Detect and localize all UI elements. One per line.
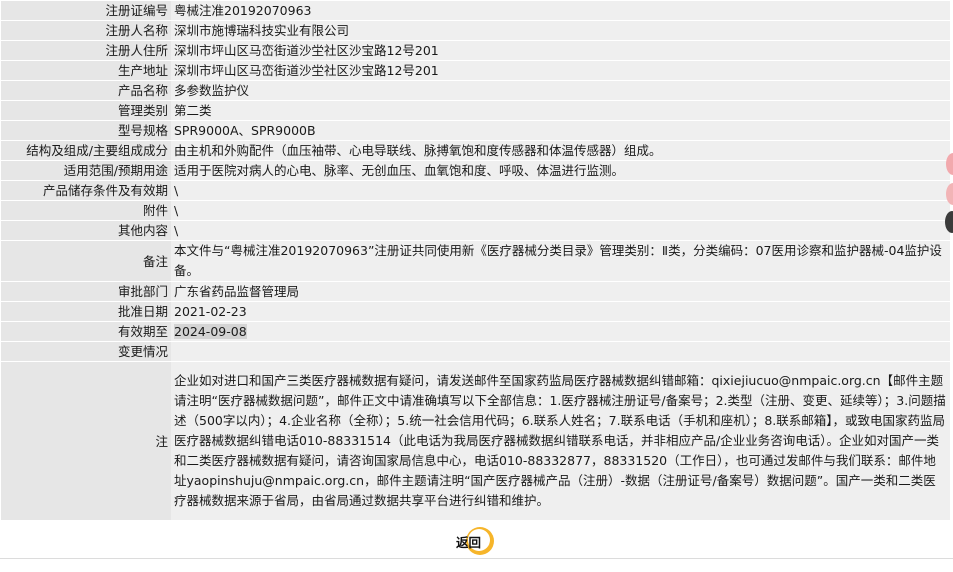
row-approval-date: 批准日期 2021-02-23 [1, 302, 950, 321]
label-product-name: 产品名称 [1, 81, 171, 100]
value-registrant-address: 深圳市坪山区马峦街道沙坣社区沙宝路12号201 [171, 41, 950, 60]
registration-detail-table: 注册证编号 粤械注准20192070963 注册人名称 深圳市施博瑞科技实业有限… [1, 0, 950, 521]
label-structure-composition: 结构及组成/主要组成成分 [1, 141, 171, 160]
row-change-history: 变更情况 [1, 342, 950, 361]
row-other-content: 其他内容 \ [1, 221, 950, 240]
row-note: 注 企业如对进口和国产三类医疗器械数据有疑问，请发送邮件至国家药监局医疗器械数据… [1, 362, 950, 520]
label-storage-conditions: 产品储存条件及有效期 [1, 181, 171, 200]
label-intended-use: 适用范围/预期用途 [1, 161, 171, 180]
value-product-name: 多参数监护仪 [171, 81, 950, 100]
label-valid-until: 有效期至 [1, 322, 171, 341]
label-registration-number: 注册证编号 [1, 1, 171, 20]
row-remarks: 备注 本文件与“粤械注准20192070963”注册证共同使用新《医疗器械分类目… [1, 241, 950, 281]
label-registrant-name: 注册人名称 [1, 21, 171, 40]
value-management-category: 第二类 [171, 101, 950, 120]
row-storage-conditions: 产品储存条件及有效期 \ [1, 181, 950, 200]
row-registration-number: 注册证编号 粤械注准20192070963 [1, 1, 950, 20]
label-change-history: 变更情况 [1, 342, 171, 361]
value-model-spec: SPR9000A、SPR9000B [171, 121, 950, 140]
label-attachments: 附件 [1, 201, 171, 220]
value-intended-use: 适用于医院对病人的心电、脉率、无创血压、血氧饱和度、呼吸、体温进行监测。 [171, 161, 950, 180]
label-model-spec: 型号规格 [1, 121, 171, 140]
label-management-category: 管理类别 [1, 101, 171, 120]
label-production-address: 生产地址 [1, 61, 171, 80]
row-management-category: 管理类别 第二类 [1, 101, 950, 120]
label-registrant-address: 注册人住所 [1, 41, 171, 60]
value-registrant-name: 深圳市施博瑞科技实业有限公司 [171, 21, 950, 40]
label-note: 注 [1, 362, 171, 520]
value-change-history [171, 342, 950, 361]
back-button-label: 返回 [456, 535, 482, 550]
value-structure-composition: 由主机和外购配件（血压袖带、心电导联线、脉搏氧饱和度传感器和体温传感器）组成。 [171, 141, 950, 160]
value-storage-conditions: \ [171, 181, 950, 200]
row-valid-until: 有效期至 2024-09-08 [1, 322, 950, 341]
value-other-content: \ [171, 221, 950, 240]
value-approval-dept: 广东省药品监督管理局 [171, 282, 950, 301]
row-structure-composition: 结构及组成/主要组成成分 由主机和外购配件（血压袖带、心电导联线、脉搏氧饱和度传… [1, 141, 950, 160]
side-float-icon-1[interactable] [946, 153, 953, 175]
back-button[interactable]: 返回 [452, 526, 502, 556]
value-registration-number: 粤械注准20192070963 [171, 1, 950, 20]
side-float-icon-3[interactable] [945, 211, 953, 233]
label-approval-dept: 审批部门 [1, 282, 171, 301]
value-valid-until-cell: 2024-09-08 [171, 322, 950, 341]
row-intended-use: 适用范围/预期用途 适用于医院对病人的心电、脉率、无创血压、血氧饱和度、呼吸、体… [1, 161, 950, 180]
row-approval-dept: 审批部门 广东省药品监督管理局 [1, 282, 950, 301]
row-model-spec: 型号规格 SPR9000A、SPR9000B [1, 121, 950, 140]
row-registrant-address: 注册人住所 深圳市坪山区马峦街道沙坣社区沙宝路12号201 [1, 41, 950, 60]
label-approval-date: 批准日期 [1, 302, 171, 321]
row-product-name: 产品名称 多参数监护仪 [1, 81, 950, 100]
side-float-icon-2[interactable] [946, 183, 953, 205]
label-other-content: 其他内容 [1, 221, 171, 240]
value-attachments: \ [171, 201, 950, 220]
row-production-address: 生产地址 深圳市坪山区马峦街道沙坣社区沙宝路12号201 [1, 61, 950, 80]
value-remarks: 本文件与“粤械注准20192070963”注册证共同使用新《医疗器械分类目录》管… [171, 241, 950, 281]
value-valid-until: 2024-09-08 [174, 324, 247, 339]
footer-divider [0, 558, 953, 559]
row-attachments: 附件 \ [1, 201, 950, 220]
row-registrant-name: 注册人名称 深圳市施博瑞科技实业有限公司 [1, 21, 950, 40]
value-approval-date: 2021-02-23 [171, 302, 950, 321]
value-note: 企业如对进口和国产三类医疗器械数据有疑问，请发送邮件至国家药监局医疗器械数据纠错… [171, 362, 950, 520]
label-remarks: 备注 [1, 241, 171, 281]
value-production-address: 深圳市坪山区马峦街道沙坣社区沙宝路12号201 [171, 61, 950, 80]
